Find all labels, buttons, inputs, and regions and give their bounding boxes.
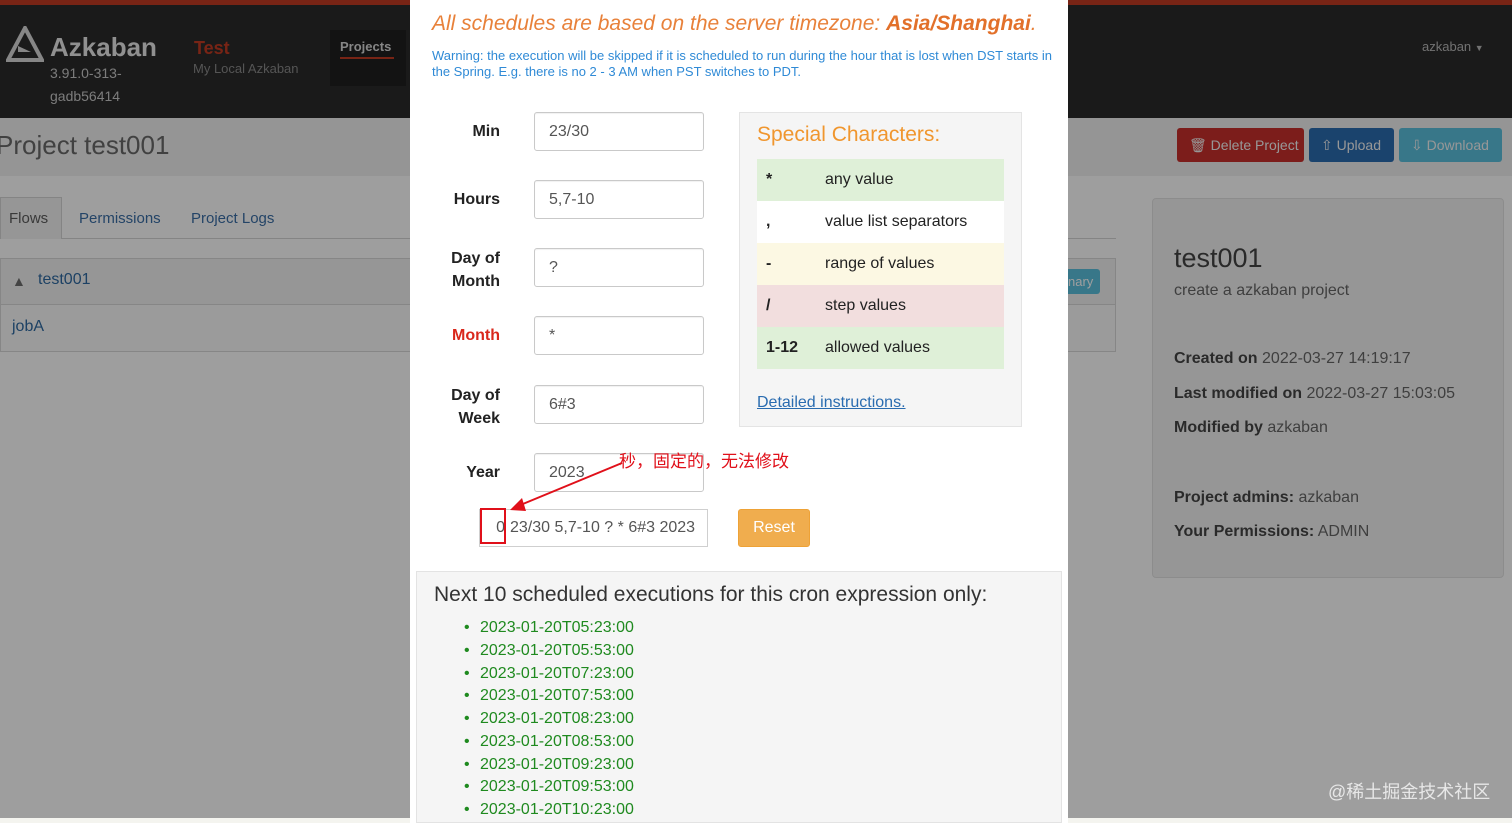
special-row-list: , value list separators bbox=[757, 201, 1004, 243]
day-of-week-input[interactable]: 6#3 bbox=[534, 385, 704, 424]
day-of-month-label-line2: Month bbox=[452, 273, 500, 290]
hours-label: Hours bbox=[453, 191, 500, 208]
day-of-week-label-line1: Day of bbox=[451, 387, 500, 404]
special-row-allowed: 1-12 allowed values bbox=[757, 327, 1004, 369]
special-description: range of values bbox=[825, 255, 935, 272]
list-item: 2023-01-20T08:53:00 bbox=[464, 731, 634, 754]
detailed-instructions-link[interactable]: Detailed instructions. bbox=[757, 394, 906, 412]
hours-input[interactable]: 5,7-10 bbox=[534, 180, 704, 219]
list-item: 2023-01-20T07:23:00 bbox=[464, 663, 634, 686]
special-row-range: - range of values bbox=[757, 243, 1004, 285]
special-row-step: / step values bbox=[757, 285, 1004, 327]
seconds-highlight-box bbox=[480, 508, 506, 544]
list-item: 2023-01-20T05:53:00 bbox=[464, 640, 634, 663]
list-item: 2023-01-20T10:23:00 bbox=[464, 799, 634, 822]
special-characters-title: Special Characters: bbox=[757, 123, 941, 146]
list-item: 2023-01-20T09:53:00 bbox=[464, 776, 634, 799]
next-executions-list: 2023-01-20T05:23:00 2023-01-20T05:53:00 … bbox=[464, 617, 634, 822]
schedule-modal: All schedules are based on the server ti… bbox=[410, 0, 1068, 823]
special-row-any: * any value bbox=[757, 159, 1004, 201]
special-symbol: - bbox=[766, 255, 772, 272]
reset-button[interactable]: Reset bbox=[738, 509, 810, 547]
day-of-month-label-line1: Day of bbox=[451, 250, 500, 267]
special-symbol: * bbox=[766, 171, 773, 188]
special-description: allowed values bbox=[825, 339, 930, 356]
year-label: Year bbox=[466, 464, 500, 481]
special-symbol: / bbox=[766, 297, 771, 314]
day-of-month-label: Day of Month bbox=[410, 247, 500, 293]
list-item: 2023-01-20T09:23:00 bbox=[464, 754, 634, 777]
timezone-notice: All schedules are based on the server ti… bbox=[432, 12, 1037, 36]
special-symbol: 1-12 bbox=[766, 339, 799, 356]
month-label: Month bbox=[452, 327, 500, 344]
special-description: value list separators bbox=[825, 213, 968, 230]
timezone-suffix: . bbox=[1030, 12, 1037, 35]
watermark: @稀土掘金技术社区 bbox=[1328, 782, 1491, 802]
min-label: Min bbox=[472, 123, 500, 140]
seconds-annotation: 秒，固定的，无法修改 bbox=[619, 452, 789, 471]
special-symbol: , bbox=[766, 213, 771, 230]
min-input[interactable]: 23/30 bbox=[534, 112, 704, 151]
list-item: 2023-01-20T08:23:00 bbox=[464, 708, 634, 731]
day-of-week-label-line2: Week bbox=[458, 410, 500, 427]
list-item: 2023-01-20T05:23:00 bbox=[464, 617, 634, 640]
next-executions-title: Next 10 scheduled executions for this cr… bbox=[434, 583, 988, 606]
list-item: 2023-01-20T07:53:00 bbox=[464, 685, 634, 708]
timezone-value: Asia/Shanghai bbox=[886, 12, 1031, 35]
next-executions-panel: Next 10 scheduled executions for this cr… bbox=[416, 571, 1062, 823]
dst-warning: Warning: the execution will be skipped i… bbox=[432, 48, 1052, 79]
special-description: any value bbox=[825, 171, 894, 188]
day-of-week-label: Day of Week bbox=[410, 384, 500, 430]
special-description: step values bbox=[825, 297, 906, 314]
month-input[interactable]: * bbox=[534, 316, 704, 355]
special-characters-panel: Special Characters: * any value , value … bbox=[739, 112, 1022, 427]
timezone-prefix: All schedules are based on the server ti… bbox=[432, 12, 881, 35]
cron-expression-field[interactable]: 23/30 5,7-10 ? * 6#3 2023 bbox=[506, 509, 708, 547]
day-of-month-input[interactable]: ? bbox=[534, 248, 704, 287]
